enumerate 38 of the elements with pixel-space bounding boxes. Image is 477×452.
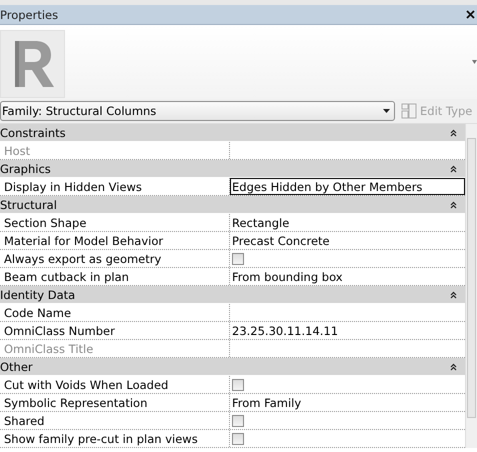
property-name: Host	[4, 144, 30, 158]
type-selector-dropdown[interactable]: Family: Structural Columns	[0, 101, 395, 121]
property-name: OmniClass Title	[4, 342, 94, 356]
property-value[interactable]: Rectangle	[232, 216, 290, 230]
section-header[interactable]: Other	[0, 358, 466, 376]
property-name: Show family pre-cut in plan views	[4, 432, 198, 446]
collapse-icon[interactable]	[450, 362, 458, 370]
property-name: Display in Hidden Views	[4, 180, 142, 194]
section-header[interactable]: Constraints	[0, 124, 466, 142]
property-name: Symbolic Representation	[4, 396, 148, 410]
dropdown-arrow-icon[interactable]	[383, 109, 390, 113]
checkbox[interactable]	[232, 378, 244, 390]
property-name: Code Name	[4, 306, 72, 320]
property-name: Section Shape	[4, 216, 86, 230]
property-value[interactable]: 23.25.30.11.14.11	[232, 324, 338, 338]
property-name: Always export as geometry	[4, 252, 162, 266]
scrollbar[interactable]	[465, 124, 477, 448]
panel-title: Properties	[0, 8, 58, 22]
collapse-icon[interactable]	[450, 290, 458, 298]
property-value[interactable]: From bounding box	[232, 270, 343, 284]
section-header[interactable]: Graphics	[0, 160, 466, 178]
collapse-icon[interactable]	[450, 164, 458, 172]
close-icon[interactable]	[466, 10, 475, 19]
collapse-icon[interactable]	[450, 200, 458, 208]
checkbox[interactable]	[232, 414, 244, 426]
checkbox[interactable]	[232, 432, 244, 444]
section-header[interactable]: Identity Data	[0, 286, 466, 304]
edit-type-icon	[401, 103, 417, 119]
property-name: Shared	[4, 414, 44, 428]
checkbox[interactable]	[232, 252, 244, 264]
property-name: Material for Model Behavior	[4, 234, 164, 248]
collapse-icon[interactable]	[450, 128, 458, 136]
property-value[interactable]: From Family	[232, 396, 302, 410]
section-header[interactable]: Structural	[0, 196, 466, 214]
property-name: Cut with Voids When Loaded	[4, 378, 168, 392]
property-value[interactable]: Precast Concrete	[232, 234, 330, 248]
property-name: Beam cutback in plan	[4, 270, 129, 284]
property-name: OmniClass Number	[4, 324, 115, 338]
